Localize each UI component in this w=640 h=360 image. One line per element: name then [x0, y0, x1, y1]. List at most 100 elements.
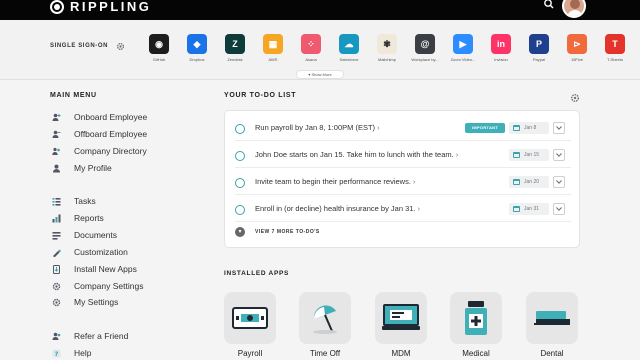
user-avatar[interactable]: [562, 0, 586, 18]
sidebar-item-remove-user[interactable]: Offboard Employee: [52, 128, 147, 140]
chevron-right-icon: ›: [455, 150, 459, 159]
sidebar-item-company-settings[interactable]: Company Settings: [52, 280, 143, 292]
todo-dropdown-button[interactable]: [553, 122, 565, 134]
due-date-value: Jan 20: [524, 179, 540, 185]
chevron-down-icon: [556, 207, 562, 211]
mailchimp-icon: ✾: [377, 34, 397, 54]
installed-app-label: Medical: [462, 349, 490, 358]
sso-app[interactable]: P Paypal: [520, 34, 558, 62]
installed-app-dental[interactable]: Dental: [526, 292, 578, 358]
sso-app[interactable]: ⊳ 15Five: [558, 34, 596, 62]
sidebar-item-install-apps[interactable]: Install New Apps: [52, 263, 137, 275]
asana-icon: ⁘: [301, 34, 321, 54]
tasks-icon: [52, 197, 61, 206]
sso-app[interactable]: ⁘ Asana: [292, 34, 330, 62]
sso-app-label: AWS: [268, 57, 278, 62]
sidebar-item-label: Onboard Employee: [74, 112, 148, 122]
chevron-right-icon: ›: [377, 123, 380, 132]
sidebar-item-customization[interactable]: Customization: [52, 246, 128, 258]
sidebar-item-help[interactable]: ? Help: [52, 347, 91, 359]
show-more-button[interactable]: ▾ Show More: [296, 70, 344, 79]
installed-app-payroll[interactable]: Payroll: [224, 292, 276, 358]
main-menu-title: MAIN MENU: [50, 92, 97, 99]
installed-app-label: MDM: [391, 349, 411, 358]
chevron-down-icon: [556, 153, 562, 157]
due-date-field[interactable]: Jan 8: [509, 122, 549, 134]
company-settings-icon: [52, 282, 61, 291]
sso-app[interactable]: ◆ Dropbox: [178, 34, 216, 62]
settings-gear-icon[interactable]: [570, 93, 580, 103]
sidebar-item-profile[interactable]: My Profile: [52, 162, 112, 174]
sso-app-label: Zoom Video...: [450, 57, 476, 62]
due-date-field[interactable]: Jan 15: [509, 149, 549, 161]
todo-dropdown-button[interactable]: [553, 149, 565, 161]
todo-title: YOUR TO-DO LIST: [224, 92, 297, 99]
sso-app[interactable]: @ Workplace by...: [406, 34, 444, 62]
rippling-logo-icon: [50, 0, 64, 14]
sidebar-item-tasks[interactable]: Tasks: [52, 195, 96, 207]
sso-app-label: Invision: [494, 57, 508, 62]
sso-app[interactable]: ▦ AWS: [254, 34, 292, 62]
sso-app-label: Salesforce: [339, 57, 359, 62]
view-more-todos[interactable]: ▾ VIEW 7 MORE TO-DO'S: [235, 227, 320, 237]
due-date-field[interactable]: Jan 20: [509, 176, 549, 188]
calendar-icon: [513, 179, 520, 185]
sidebar-item-documents[interactable]: Documents: [52, 229, 117, 241]
sso-app[interactable]: ☁ Salesforce: [330, 34, 368, 62]
sso-app[interactable]: ✾ Mailchimp: [368, 34, 406, 62]
brand[interactable]: RIPPLING: [50, 0, 151, 20]
medical-icon: [450, 292, 502, 344]
sso-app[interactable]: in Invision: [482, 34, 520, 62]
sidebar-item-directory[interactable]: Company Directory: [52, 145, 147, 157]
todo-checkbox[interactable]: [235, 151, 245, 161]
sso-app-list: ◉ GitHub ◆ Dropbox Z Zendesk ▦ AWS ⁘ Asana ☁ Salesf…: [140, 34, 634, 62]
todo-checkbox[interactable]: [235, 205, 245, 215]
sso-app[interactable]: T T-Sheets: [596, 34, 634, 62]
installed-app-mdm[interactable]: MDM: [375, 292, 427, 358]
calendar-icon: [513, 125, 520, 131]
paypal-icon: P: [529, 34, 549, 54]
sidebar-item-label: Reports: [74, 213, 104, 223]
sidebar-item-label: Company Settings: [74, 281, 144, 291]
todo-dropdown-button[interactable]: [553, 203, 565, 215]
sso-label: SINGLE SIGN-ON: [50, 43, 109, 49]
chevron-right-icon: ›: [417, 204, 421, 213]
sidebar-item-add-user[interactable]: Onboard Employee: [52, 111, 147, 123]
sso-app[interactable]: ◉ GitHub: [140, 34, 178, 62]
todo-item: Run payroll by Jan 8, 1:00PM (EST) › IMPOR…: [235, 115, 571, 141]
sidebar-item-my-settings[interactable]: My Settings: [52, 296, 118, 308]
installed-app-medical[interactable]: Medical: [450, 292, 502, 358]
search-icon[interactable]: [542, 0, 556, 10]
15five-icon: ⊳: [567, 34, 587, 54]
github-icon: ◉: [149, 34, 169, 54]
todo-card: Run payroll by Jan 8, 1:00PM (EST) › IMPOR…: [224, 110, 580, 248]
todo-item: Enroll in (or decline) health insurance …: [235, 196, 571, 222]
todo-text[interactable]: Invite team to begin their performance r…: [255, 177, 415, 186]
todo-checkbox[interactable]: [235, 178, 245, 188]
sso-app[interactable]: ▶ Zoom Video...: [444, 34, 482, 62]
todo-text[interactable]: Run payroll by Jan 8, 1:00PM (EST) ›: [255, 123, 380, 132]
gear-icon[interactable]: [116, 42, 125, 51]
todo-dropdown-button[interactable]: [553, 176, 565, 188]
todo-checkbox[interactable]: [235, 124, 245, 134]
sidebar-item-label: Documents: [74, 230, 117, 240]
installed-app-time-off[interactable]: Time Off: [299, 292, 351, 358]
sso-app[interactable]: Z Zendesk: [216, 34, 254, 62]
todo-item: John Doe starts on Jan 15. Take him to l…: [235, 142, 571, 168]
installed-app-label: Dental: [540, 349, 564, 358]
sso-bar: SINGLE SIGN-ON ◉ GitHub ◆ Dropbox Z Zendesk ▦ A…: [0, 20, 640, 80]
sidebar-item-refer-friend[interactable]: Refer a Friend: [52, 330, 128, 342]
reports-icon: [52, 214, 61, 223]
tsheets-icon: T: [605, 34, 625, 54]
todo-text-label: John Doe starts on Jan 15. Take him to l…: [255, 150, 454, 159]
todo-text[interactable]: Enroll in (or decline) health insurance …: [255, 204, 420, 213]
sso-app-label: GitHub: [152, 57, 166, 62]
sidebar-item-label: Help: [74, 348, 92, 358]
chevron-down-icon: [556, 180, 562, 184]
brand-name: RIPPLING: [70, 0, 152, 14]
todo-text[interactable]: John Doe starts on Jan 15. Take him to l…: [255, 150, 458, 159]
due-date-field[interactable]: Jan 31: [509, 203, 549, 215]
todo-text-label: Run payroll by Jan 8, 1:00PM (EST): [255, 123, 376, 132]
sidebar-item-reports[interactable]: Reports: [52, 212, 104, 224]
workplace-icon: @: [415, 34, 435, 54]
